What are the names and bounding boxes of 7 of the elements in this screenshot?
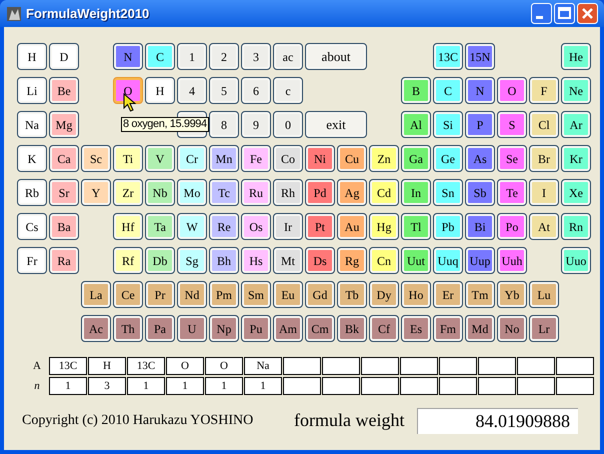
row-label: A [32, 359, 42, 374]
formula-weight-label: formula weight [294, 409, 406, 432]
formula-weight-field: 84.01909888 [417, 408, 578, 434]
copyright-text: Copyright (c) 2010 Harukazu YOSHINO [22, 412, 254, 430]
tooltip: 8 oxygen, 15.9994 [121, 117, 209, 132]
row-label: n [33, 379, 41, 394]
window-title: FormulaWeight2010 [26, 4, 150, 23]
